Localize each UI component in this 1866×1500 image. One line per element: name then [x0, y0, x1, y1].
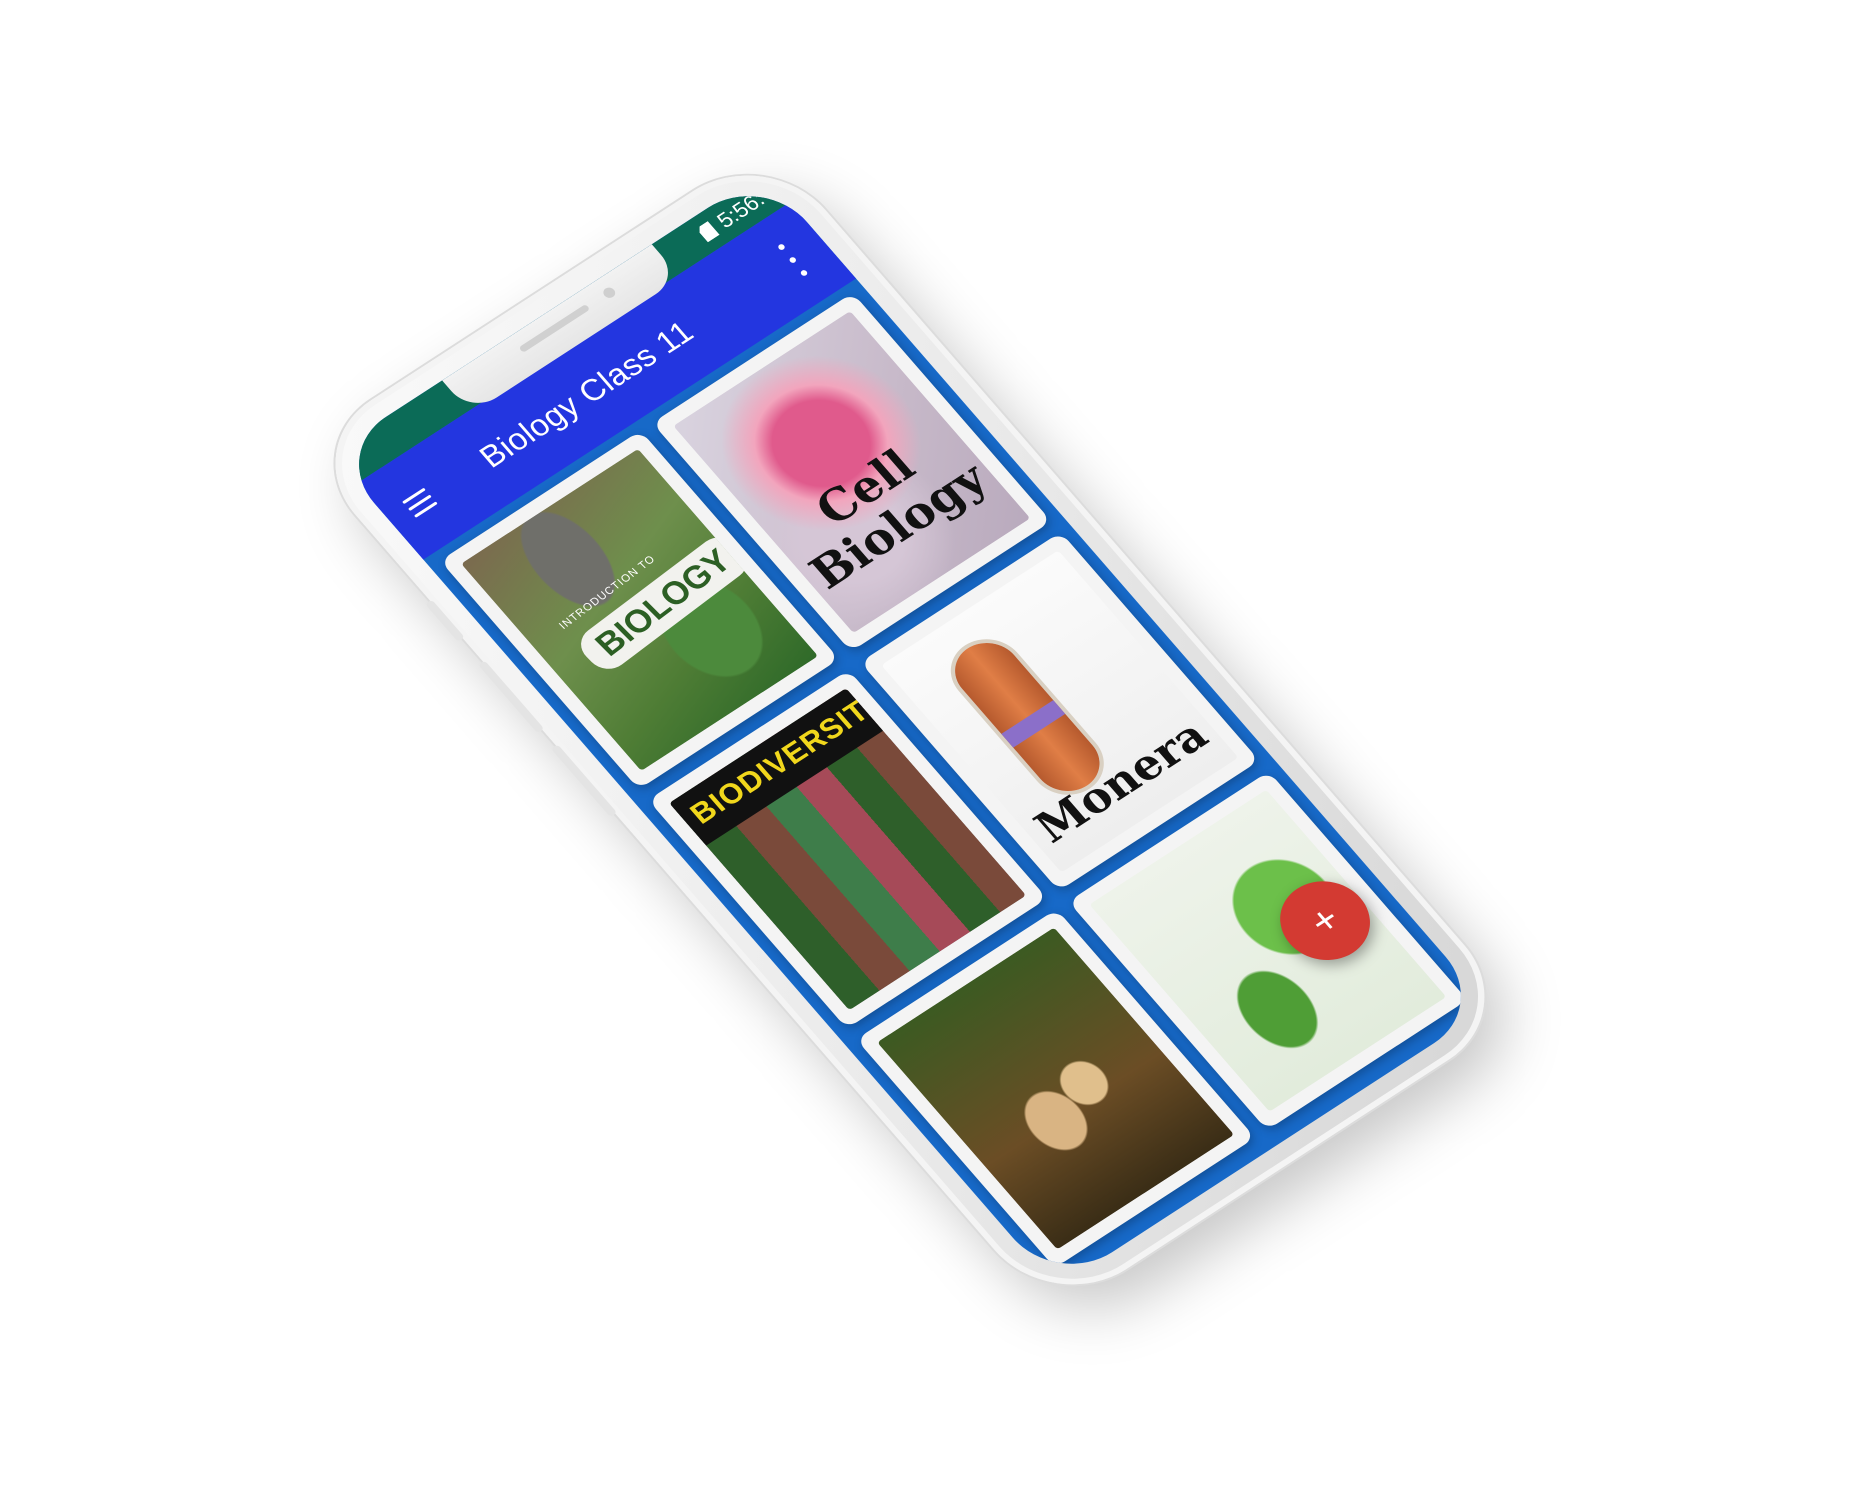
- phone-screen: 5:56: Biology Class 11 INTRODUCTION TO B…: [330, 171, 1490, 1289]
- front-camera: [601, 285, 618, 300]
- cover-title: Cell Biology: [798, 438, 998, 599]
- more-vert-icon[interactable]: [771, 239, 814, 280]
- hamburger-menu-icon[interactable]: [389, 454, 479, 532]
- sim-card-icon: [696, 221, 720, 242]
- mute-switch: [425, 599, 465, 642]
- marketing-canvas: 5:56: Biology Class 11 INTRODUCTION TO B…: [0, 0, 1866, 1500]
- phone-mockup: 5:56: Biology Class 11 INTRODUCTION TO B…: [297, 143, 1523, 1317]
